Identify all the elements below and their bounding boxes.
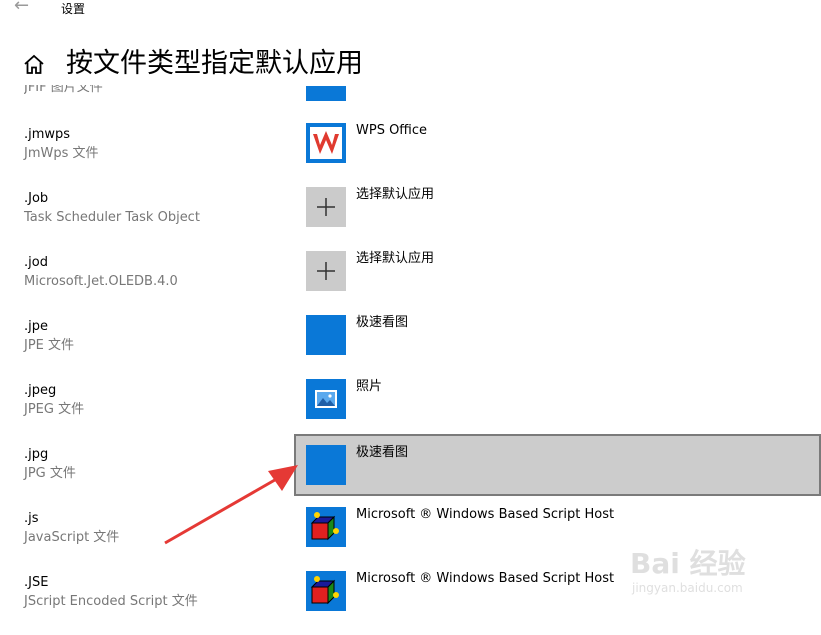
app-name: Microsoft ® Windows Based Script Host (356, 507, 615, 522)
script-host-icon (306, 507, 346, 547)
file-extension: .jmwps (24, 127, 71, 142)
file-description: JPEG 文件 (24, 402, 85, 417)
file-extension: .JSE (24, 575, 49, 590)
app-name: WPS Office (356, 123, 428, 138)
app-name: 极速看图 (356, 445, 409, 460)
file-type-list: JFIF 图片文件 .jmwps JmWps 文件 WPS Office .Jo… (0, 0, 821, 619)
watermark: Bai 经验 jingyan.baidu.com (630, 540, 810, 600)
default-app-button[interactable]: 极速看图 (300, 315, 821, 375)
jisu-viewer-icon (306, 315, 346, 355)
list-item: .jpe JPE 文件 极速看图 (0, 315, 821, 379)
file-extension: .jpeg (24, 383, 57, 398)
app-name: 选择默认应用 (356, 187, 435, 202)
file-extension: .jod (24, 255, 48, 270)
watermark-brand: Bai 经验 (630, 547, 746, 580)
app-name: 照片 (356, 379, 383, 394)
list-item: .jmwps JmWps 文件 WPS Office (0, 123, 821, 187)
file-description: JmWps 文件 (24, 146, 99, 161)
file-description: Task Scheduler Task Object (24, 210, 200, 225)
list-item: .Job Task Scheduler Task Object 选择默认应用 (0, 187, 821, 251)
wps-office-icon (306, 123, 346, 163)
app-name: Microsoft ® Windows Based Script Host (356, 571, 615, 586)
watermark-url: jingyan.baidu.com (632, 581, 743, 595)
default-app-button[interactable]: WPS Office (300, 123, 821, 183)
file-extension: .jpg (24, 447, 49, 462)
file-description: JPG 文件 (24, 466, 76, 481)
plus-icon (306, 187, 346, 227)
choose-default-app-button[interactable]: 选择默认应用 (300, 251, 821, 311)
file-description: Microsoft.Jet.OLEDB.4.0 (24, 274, 178, 289)
file-description: JPE 文件 (24, 338, 75, 353)
photos-icon (306, 379, 346, 419)
app-name: 极速看图 (356, 315, 409, 330)
file-extension: .jpe (24, 319, 48, 334)
file-extension: .js (24, 511, 39, 526)
list-item: .jpg JPG 文件 极速看图 (0, 434, 821, 507)
file-description: JScript Encoded Script 文件 (24, 594, 198, 609)
jisu-viewer-icon (306, 445, 346, 485)
default-app-button-selected[interactable]: 极速看图 (294, 434, 821, 496)
plus-icon (306, 251, 346, 291)
partial-row-app-icon[interactable] (306, 86, 346, 101)
choose-default-app-button[interactable]: 选择默认应用 (300, 187, 821, 247)
script-host-icon (306, 571, 346, 611)
page-title: 按文件类型指定默认应用 (66, 44, 369, 84)
red-arrow-icon (164, 465, 298, 545)
default-app-button[interactable]: 照片 (300, 379, 821, 439)
app-name: 选择默认应用 (356, 251, 435, 266)
file-description: JavaScript 文件 (24, 530, 120, 545)
file-extension: .Job (24, 191, 49, 206)
list-item: .jod Microsoft.Jet.OLEDB.4.0 选择默认应用 (0, 251, 821, 315)
